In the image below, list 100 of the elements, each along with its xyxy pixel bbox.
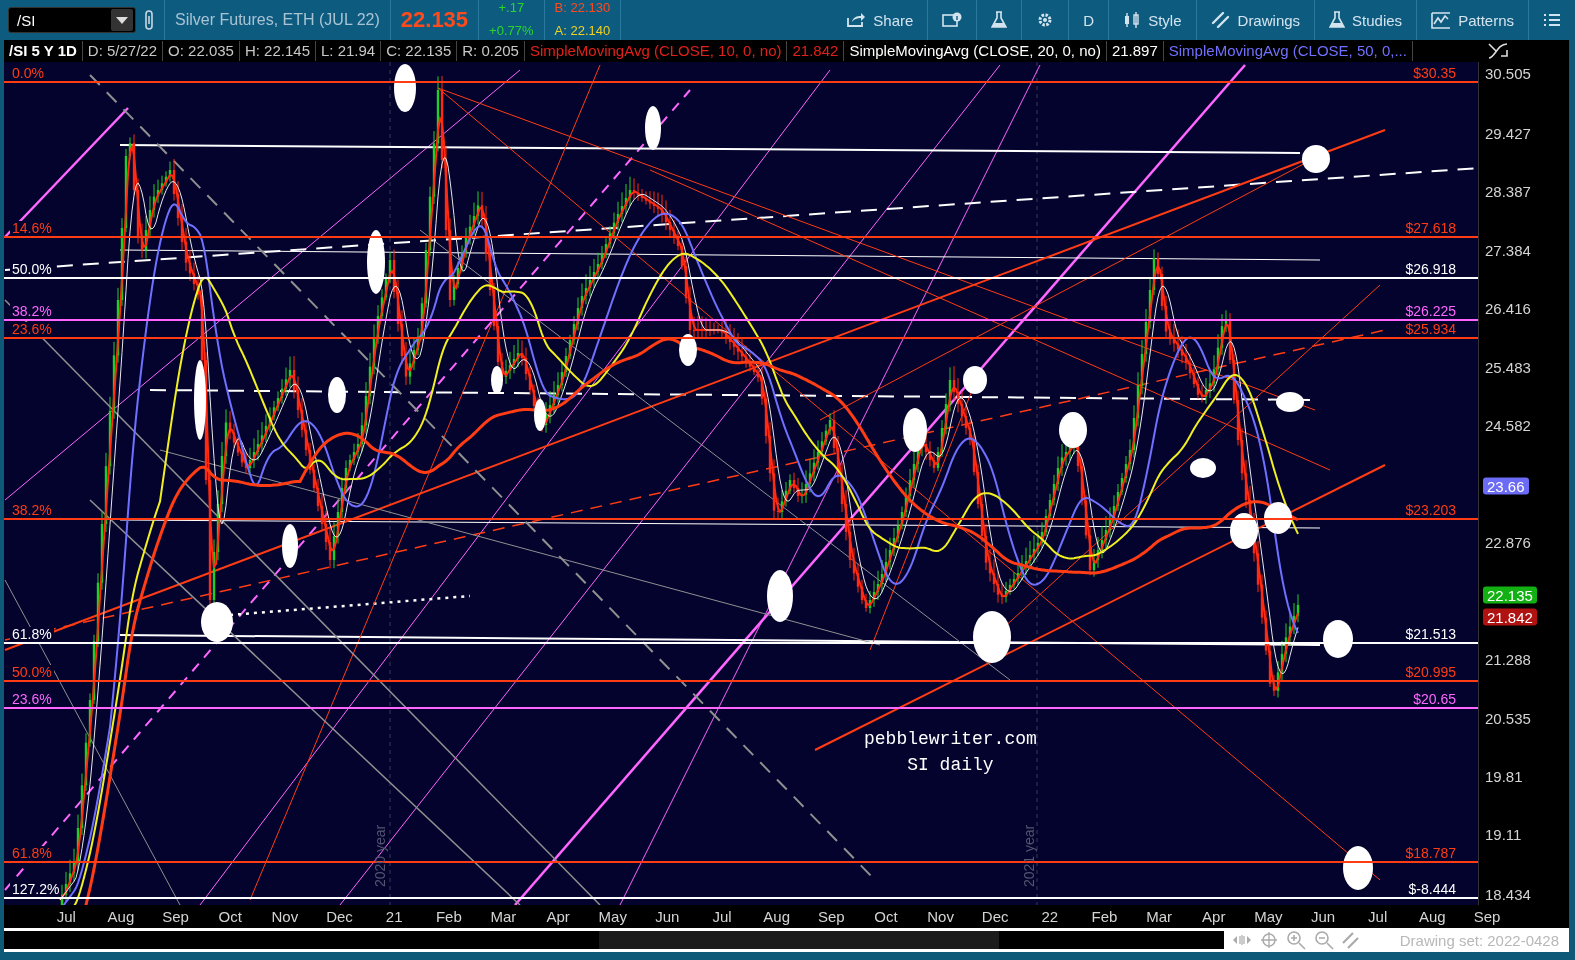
- price-tick: 20.535: [1485, 709, 1531, 727]
- study-value: 21.897: [1106, 41, 1164, 61]
- info-card-icon: [942, 12, 963, 28]
- time-tick: Apr: [1201, 908, 1227, 925]
- level-percent: 38.2%: [10, 503, 54, 518]
- ellipse-marker: [367, 230, 385, 294]
- time-tick: Aug: [106, 908, 136, 925]
- instrument-name: Silver Futures, ETH (JUL 22): [175, 11, 380, 29]
- study-value: 21.842: [787, 41, 845, 61]
- level-percent: 23.6%: [10, 692, 54, 707]
- time-tick: Oct: [873, 908, 899, 925]
- price-badge: 23.66: [1483, 477, 1529, 495]
- time-tick: Mar: [489, 908, 518, 925]
- pattern-chart-icon: [1431, 11, 1452, 29]
- level-percent: 50.0%: [10, 665, 54, 680]
- ask-price: A: 22.140: [554, 23, 611, 38]
- time-tick: Jul: [55, 908, 77, 925]
- time-tick: Aug: [762, 908, 791, 925]
- ellipse-marker: [963, 366, 987, 394]
- price-tick: 22.876: [1485, 533, 1531, 551]
- ellipse-marker: [767, 570, 793, 622]
- time-tick: Apr: [545, 908, 571, 925]
- level-percent: 61.8%: [10, 627, 54, 642]
- year-marker: 2020 year: [372, 824, 388, 887]
- year-marker: 2021 year: [1021, 824, 1037, 887]
- ellipse-marker: [1059, 412, 1087, 448]
- level-percent: 61.8%: [10, 846, 54, 861]
- time-tick: 22: [1040, 908, 1060, 925]
- ellipse-marker: [282, 524, 298, 568]
- time-tick: Mar: [1145, 908, 1174, 925]
- study-label: SimpleMovingAvg (CLOSE, 50, 0,...: [1163, 41, 1413, 61]
- time-tick: Jun: [654, 908, 681, 925]
- ohlc-value: O: 22.035: [163, 41, 240, 61]
- level-percent: 38.2%: [10, 304, 54, 319]
- time-tick: Jun: [1309, 908, 1337, 925]
- ellipse-marker: [1276, 392, 1304, 412]
- level-price: $25.934: [1405, 322, 1456, 337]
- ellipse-marker: [1190, 458, 1216, 478]
- flask-icon: [1329, 11, 1346, 29]
- price-tick: 26.416: [1485, 299, 1531, 317]
- horizontal-scrollbar[interactable]: [4, 931, 1224, 949]
- price-tick: 25.483: [1485, 358, 1531, 376]
- level-price: $27.618: [1405, 221, 1456, 236]
- time-tick: Feb: [1090, 908, 1119, 925]
- ellipse-marker: [1343, 846, 1373, 890]
- time-tick: Feb: [434, 908, 463, 925]
- time-tick: 21: [384, 908, 404, 925]
- bid-price: B: 22.130: [554, 0, 611, 15]
- menu-icon: [1543, 12, 1561, 28]
- time-tick: Sep: [161, 908, 190, 925]
- level-price: $26.225: [1405, 304, 1456, 319]
- level-percent: 50.0%: [10, 262, 54, 277]
- price-tick: 30.505: [1485, 64, 1531, 82]
- chart-note: SI daily: [906, 754, 995, 777]
- ellipse-marker: [394, 64, 416, 112]
- level-percent: 127.2%: [10, 882, 62, 897]
- link-icon[interactable]: [144, 10, 154, 30]
- symbol-field[interactable]: /SI: [8, 7, 136, 33]
- drawing-lines-icon: [1210, 11, 1231, 29]
- drawing-set-label: Drawing set: 2022-0428: [1399, 931, 1560, 949]
- level-price: $20.995: [1405, 665, 1456, 680]
- level-price: $20.65: [1413, 692, 1456, 707]
- level-percent: 14.6%: [10, 221, 54, 236]
- time-tick: Jul: [1367, 908, 1389, 925]
- ellipse-marker: [491, 366, 503, 394]
- chart-note: pebblewriter.com: [864, 728, 1037, 751]
- time-tick: Nov: [926, 908, 955, 925]
- time-tick: Dec: [325, 908, 354, 925]
- ohlc-value: H: 22.145: [239, 41, 316, 61]
- price-tick: 18.434: [1485, 885, 1531, 903]
- price-tick: 21.288: [1485, 650, 1531, 668]
- study-label: SimpleMovingAvg (CLOSE, 10, 0, no): [524, 41, 788, 61]
- share-icon: [846, 12, 867, 28]
- time-tick: May: [1253, 908, 1284, 925]
- candlestick-icon: [1123, 11, 1142, 29]
- price-tick: 24.582: [1485, 416, 1531, 434]
- percent-change: +0.77%: [489, 23, 534, 38]
- chart-sync-icon[interactable]: [1487, 42, 1509, 60]
- level-price: $-8.444: [1408, 882, 1456, 897]
- ellipse-marker: [1264, 502, 1292, 534]
- ellipse-marker: [973, 611, 1011, 663]
- ellipse-marker: [1323, 620, 1353, 658]
- level-price: $18.787: [1405, 846, 1456, 861]
- price-tick: 29.427: [1485, 124, 1531, 142]
- level-price: $30.35: [1413, 66, 1456, 81]
- level-percent: 23.6%: [10, 322, 54, 337]
- price-tick: 19.81: [1485, 767, 1523, 785]
- ellipse-marker: [534, 399, 546, 431]
- flask-icon: [991, 11, 1008, 29]
- time-tick: May: [597, 908, 628, 925]
- price-tick: 28.387: [1485, 182, 1531, 200]
- ellipse-marker: [1302, 145, 1330, 173]
- time-tick: Sep: [816, 908, 846, 925]
- ellipse-marker: [328, 377, 346, 413]
- time-tick: Jul: [711, 908, 733, 925]
- chart-title: /SI 5 Y 1D: [4, 41, 83, 61]
- last-price: 22.135: [400, 7, 469, 33]
- time-tick: Dec: [980, 908, 1010, 925]
- net-change: +.17: [498, 0, 525, 15]
- price-badge: 22.135: [1483, 586, 1537, 604]
